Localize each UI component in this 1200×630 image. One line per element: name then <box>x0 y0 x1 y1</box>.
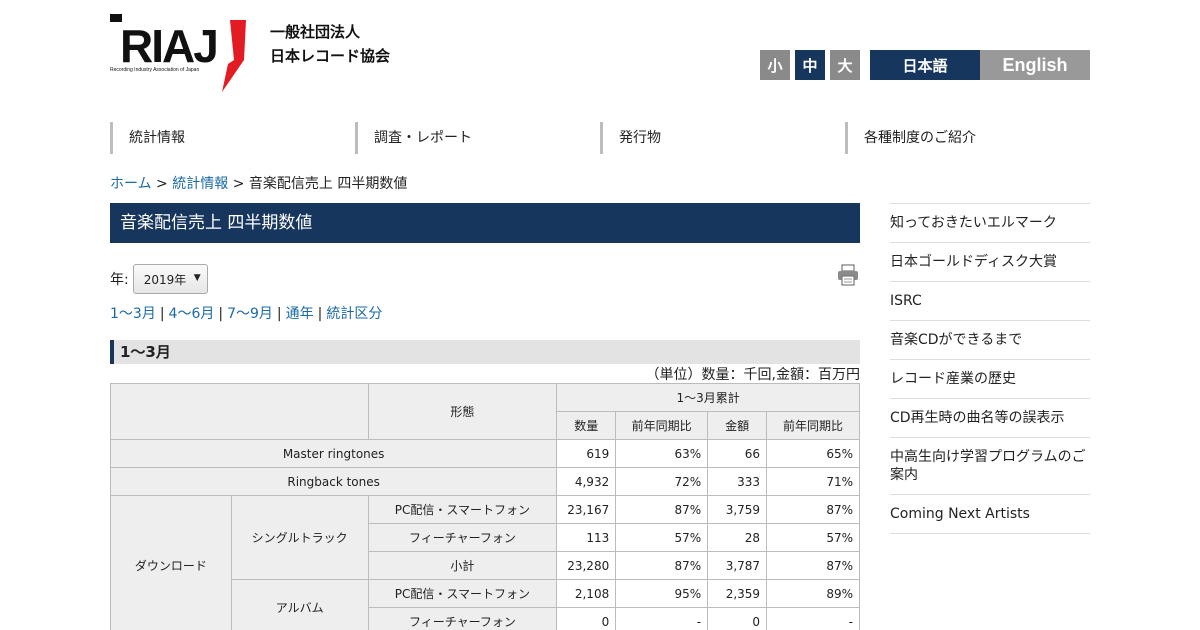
row-label: PC配信・スマートフォン <box>367 579 558 608</box>
cell-amt-yoy: - <box>766 607 860 630</box>
cell-amt-yoy: 89% <box>766 579 860 608</box>
org-name-line2: 日本レコード協会 <box>270 47 391 65</box>
cell-amt: 3,759 <box>707 495 768 524</box>
breadcrumb: ホーム > 統計情報 > 音楽配信売上 四半期数値 <box>110 173 407 193</box>
sidebar-item-learning-program[interactable]: 中高生向け学習プログラムのご案内 <box>890 438 1090 495</box>
breadcrumb-home-link[interactable]: ホーム <box>110 176 152 192</box>
table-header-amt: 金額 <box>707 411 768 440</box>
org-name: 一般社団法人 日本レコード協会 <box>270 20 390 68</box>
org-name-line1: 一般社団法人 <box>270 23 361 41</box>
cell-amt: 3,787 <box>707 551 768 580</box>
quarter-link-q2[interactable]: 4～6月 <box>169 306 215 322</box>
row-label: フィーチャーフォン <box>367 607 558 630</box>
sidebar-item-cd-making[interactable]: 音楽CDができるまで <box>890 321 1090 360</box>
nav-item-publications[interactable]: 発行物 <box>600 122 845 154</box>
language-switcher: 日本語 English <box>870 50 1090 80</box>
cell-amt: 2,359 <box>707 579 768 608</box>
sidebar: 知っておきたいエルマーク 日本ゴールドディスク大賞 ISRC 音楽CDができるま… <box>890 203 1090 534</box>
sidebar-item-gold-disc[interactable]: 日本ゴールドディスク大賞 <box>890 243 1090 282</box>
year-label: 年: <box>110 272 129 288</box>
cell-qty: 619 <box>556 439 617 468</box>
quarter-link-q1[interactable]: 1～3月 <box>110 306 156 322</box>
sidebar-item-lmark[interactable]: 知っておきたいエルマーク <box>890 204 1090 243</box>
font-size-switcher: 小 中 大 <box>760 50 860 80</box>
nav-item-statistics[interactable]: 統計情報 <box>110 122 355 154</box>
cell-qty: 0 <box>556 607 617 630</box>
cell-qty: 113 <box>556 523 617 552</box>
dropdown-arrow-icon: ▼ <box>193 273 201 283</box>
cell-amt: 0 <box>707 607 768 630</box>
table-row: Ringback tones 4,932 72% 333 71% <box>109 467 860 496</box>
cell-qty-yoy: 57% <box>615 523 709 552</box>
table-header-period: 1～3月累計 <box>556 383 860 412</box>
font-size-small-button[interactable]: 小 <box>760 50 790 80</box>
cell-qty: 4,932 <box>556 467 617 496</box>
global-nav: 統計情報 調査・レポート 発行物 各種制度のご紹介 <box>110 122 1090 154</box>
subgroup-label-single: シングルトラック <box>230 495 369 580</box>
table-header-row: 形態 1～3月累計 <box>110 383 860 440</box>
breadcrumb-separator: > <box>232 176 245 192</box>
font-size-large-button[interactable]: 大 <box>830 50 860 80</box>
cell-qty-yoy: 87% <box>615 551 709 580</box>
cell-amt: 333 <box>707 467 768 496</box>
lang-japanese-button[interactable]: 日本語 <box>870 50 980 80</box>
group-label-download: ダウンロード <box>110 495 232 630</box>
year-select[interactable]: 2019年 ▼ <box>132 264 208 294</box>
sidebar-item-isrc[interactable]: ISRC <box>890 282 1090 321</box>
subgroup-label-album: アルバム <box>230 579 369 630</box>
nav-item-research[interactable]: 調査・レポート <box>355 122 600 154</box>
table-row: Master ringtones 619 63% 66 65% <box>109 439 860 468</box>
breadcrumb-separator: > <box>156 176 168 192</box>
row-label: 小計 <box>367 551 558 580</box>
cell-qty: 23,167 <box>556 495 617 524</box>
cell-amt-yoy: 71% <box>766 467 860 496</box>
cell-amt-yoy: 57% <box>766 523 860 552</box>
cell-amt-yoy: 87% <box>766 551 860 580</box>
table-row: ダウンロード シングルトラック PC配信・スマートフォン 23,167 87% … <box>110 495 860 630</box>
quarter-link-annual[interactable]: 通年 <box>286 306 314 322</box>
cell-amt: 28 <box>707 523 768 552</box>
page-title: 音楽配信売上 四半期数値 <box>110 203 860 243</box>
cell-amt-yoy: 87% <box>766 495 860 524</box>
table-header-amt-yoy: 前年同期比 <box>766 411 860 440</box>
table-header-blank <box>110 383 369 440</box>
sidebar-item-coming-next[interactable]: Coming Next Artists <box>890 495 1090 534</box>
section-title: 1～3月 <box>110 340 860 364</box>
cell-qty-yoy: 95% <box>615 579 709 608</box>
nav-item-systems[interactable]: 各種制度のご紹介 <box>845 122 1090 154</box>
cell-qty-yoy: 72% <box>615 467 709 496</box>
row-label: PC配信・スマートフォン <box>367 495 558 524</box>
riaj-logo-icon: RIAJ Recording Industry Association of J… <box>110 14 246 92</box>
year-select-value: 2019年 <box>143 272 187 287</box>
sidebar-item-cd-title-error[interactable]: CD再生時の曲名等の誤表示 <box>890 399 1090 438</box>
quarter-link-q3[interactable]: 7～9月 <box>227 306 273 322</box>
cell-qty-yoy: 63% <box>615 439 709 468</box>
svg-text:RIAJ: RIAJ <box>120 20 217 72</box>
cell-qty-yoy: 87% <box>615 495 709 524</box>
print-icon[interactable] <box>837 264 859 286</box>
row-label: Master ringtones <box>109 439 558 468</box>
table-header-qty-yoy: 前年同期比 <box>615 411 709 440</box>
quarter-links: 1～3月 | 4～6月 | 7～9月 | 通年 | 統計区分 <box>110 306 383 322</box>
lang-english-button[interactable]: English <box>980 50 1090 80</box>
table-header-type: 形態 <box>367 383 558 440</box>
font-size-medium-button[interactable]: 中 <box>795 50 825 80</box>
sidebar-item-history[interactable]: レコード産業の歴史 <box>890 360 1090 399</box>
cell-qty: 2,108 <box>556 579 617 608</box>
breadcrumb-current: 音楽配信売上 四半期数値 <box>248 176 408 192</box>
unit-note: （単位）数量：千回,金額：百万円 <box>645 367 860 383</box>
sales-table: 形態 1～3月累計 数量 前年同期比 金額 前年同期比 Master ringt… <box>109 383 860 630</box>
breadcrumb-stats-link[interactable]: 統計情報 <box>172 176 228 192</box>
year-filter: 年: 2019年 ▼ <box>110 264 208 294</box>
cell-qty: 23,280 <box>556 551 617 580</box>
row-label: Ringback tones <box>109 467 558 496</box>
cell-amt-yoy: 65% <box>766 439 860 468</box>
quarter-link-categories[interactable]: 統計区分 <box>326 306 382 322</box>
svg-text:Recording Industry Association: Recording Industry Association of Japan <box>110 67 199 73</box>
cell-qty-yoy: - <box>615 607 709 630</box>
row-label: フィーチャーフォン <box>367 523 558 552</box>
cell-amt: 66 <box>707 439 768 468</box>
table-header-qty: 数量 <box>556 411 617 440</box>
riaj-logo[interactable]: RIAJ Recording Industry Association of J… <box>110 12 255 94</box>
